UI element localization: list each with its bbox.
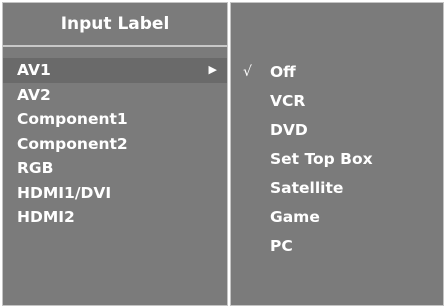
input-item-label: AV2	[17, 85, 51, 104]
option-label: Off	[270, 63, 296, 81]
input-item-rgb[interactable]: RGB	[3, 156, 227, 181]
title-divider	[3, 45, 227, 47]
input-list: AV1 ▶ AV2 Component1 Component2 RGB HDMI…	[3, 58, 227, 230]
input-item-label: RGB	[17, 159, 54, 177]
label-option-list: √ Off VCR DVD Set Top Box Satellite Game…	[231, 58, 443, 261]
label-option-set-top-box[interactable]: Set Top Box	[231, 145, 443, 174]
input-item-component2[interactable]: Component2	[3, 132, 227, 157]
option-label: VCR	[270, 92, 306, 110]
input-item-label: Component2	[17, 134, 128, 153]
label-options-panel: √ Off VCR DVD Set Top Box Satellite Game…	[230, 2, 444, 306]
label-option-game[interactable]: Game	[231, 203, 443, 232]
label-option-off[interactable]: √ Off	[231, 58, 443, 87]
menu-title: Input Label	[60, 14, 170, 34]
label-option-dvd[interactable]: DVD	[231, 116, 443, 145]
option-label: Set Top Box	[270, 150, 373, 168]
input-item-av2[interactable]: AV2	[3, 83, 227, 108]
input-item-label: Component1	[17, 110, 128, 128]
input-label-osd-menu: Input Label AV1 ▶ AV2 Component1 Compone…	[0, 0, 446, 306]
input-item-component1[interactable]: Component1	[3, 107, 227, 132]
input-item-label: AV1	[17, 61, 51, 79]
input-item-hdmi1-dvi[interactable]: HDMI1/DVI	[3, 181, 227, 206]
option-label: Game	[270, 208, 320, 226]
input-item-hdmi2[interactable]: HDMI2	[3, 205, 227, 230]
input-list-panel: Input Label AV1 ▶ AV2 Component1 Compone…	[2, 2, 228, 306]
input-item-label: HDMI2	[17, 208, 75, 226]
input-item-av1[interactable]: AV1 ▶	[3, 58, 227, 83]
check-icon: √	[243, 64, 252, 80]
option-label: PC	[270, 237, 293, 255]
option-label: Satellite	[270, 179, 344, 197]
input-item-label: HDMI1/DVI	[17, 183, 112, 202]
label-option-pc[interactable]: PC	[231, 232, 443, 261]
submenu-arrow-icon: ▶	[208, 63, 217, 76]
label-option-vcr[interactable]: VCR	[231, 87, 443, 116]
label-option-satellite[interactable]: Satellite	[231, 174, 443, 203]
option-label: DVD	[270, 121, 308, 139]
